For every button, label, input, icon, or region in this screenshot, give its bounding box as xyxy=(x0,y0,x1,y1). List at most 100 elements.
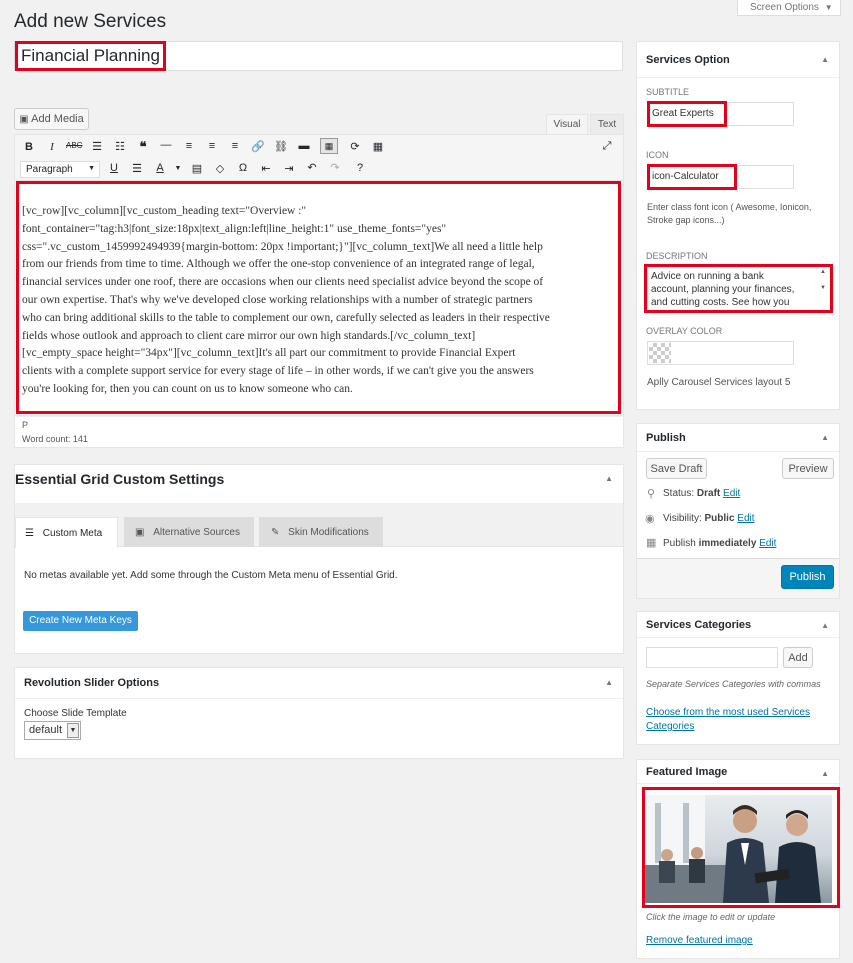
text-color-icon[interactable]: A xyxy=(152,162,168,174)
tab-custom-meta[interactable]: ☰ Custom Meta xyxy=(15,517,118,548)
fullscreen-icon[interactable]: ⤢ xyxy=(599,140,615,153)
schedule-value: immediately xyxy=(698,538,757,549)
no-metas-message: No metas available yet. Add some through… xyxy=(24,570,398,581)
edit-visibility-link[interactable]: Edit xyxy=(737,513,754,524)
refresh-icon[interactable]: ⟳ xyxy=(347,140,363,153)
content-line: you're looking for, then you can count o… xyxy=(22,382,353,395)
most-used-link[interactable]: Choose from the most used Services Categ… xyxy=(646,706,810,734)
horizontal-rule-icon[interactable]: — xyxy=(158,139,174,151)
underline-icon[interactable]: U xyxy=(106,162,122,174)
content-line: css=".vc_custom_1459992494939{margin-bot… xyxy=(22,240,543,253)
editor-status-bar: P Word count: 141 xyxy=(14,416,624,448)
collapse-icon[interactable]: ▲ xyxy=(605,678,613,687)
revslider-divider xyxy=(15,698,623,699)
preview-button[interactable]: Preview xyxy=(782,458,834,479)
tab-alternative-sources[interactable]: ▣ Alternative Sources xyxy=(124,517,254,547)
services-option-box: Services Option ▲ SUBTITLE Great Experts… xyxy=(636,41,840,410)
categories-title: Services Categories xyxy=(637,612,839,638)
content-line: who can bring additional skills to the t… xyxy=(22,311,550,324)
icon-label: ICON xyxy=(646,150,669,160)
align-center-icon[interactable]: ≡ xyxy=(204,140,220,152)
numbered-list-icon[interactable]: ☷ xyxy=(112,140,128,153)
remove-featured-image-link[interactable]: Remove featured image xyxy=(646,935,753,946)
visibility-value: Public xyxy=(704,513,735,524)
add-category-button[interactable]: Add xyxy=(783,647,813,668)
post-title-value: Financial Planning xyxy=(21,46,160,65)
collapse-icon[interactable]: ▲ xyxy=(821,621,829,630)
indent-icon[interactable]: ⇥ xyxy=(281,162,297,175)
redo-icon[interactable]: ↷ xyxy=(327,161,343,174)
special-char-icon[interactable]: Ω xyxy=(235,162,251,174)
categories-hint: Separate Services Categories with commas xyxy=(646,679,821,689)
clear-format-icon[interactable]: ◇ xyxy=(212,162,228,175)
tab-skin-modifications[interactable]: ✎ Skin Modifications xyxy=(259,517,383,547)
content-line: our own expertise. That's why we've deve… xyxy=(22,293,533,306)
edit-schedule-link[interactable]: Edit xyxy=(759,538,776,549)
link-icon[interactable]: 🔗 xyxy=(250,140,266,153)
tab-text[interactable]: Text xyxy=(590,114,624,134)
new-category-input[interactable] xyxy=(646,647,778,668)
schedule-row: Publish immediately Edit xyxy=(663,538,776,549)
screen-options-label: Screen Options xyxy=(750,2,819,13)
layout-note: Aplly Carousel Services layout 5 xyxy=(647,377,791,388)
add-media-button[interactable]: ▣ Add Media xyxy=(14,108,89,130)
edit-status-link[interactable]: Edit xyxy=(723,488,740,499)
status-label: Status: xyxy=(663,488,695,499)
chevron-down-icon: ▼ xyxy=(824,3,833,12)
media-icon: ▣ xyxy=(135,527,145,538)
transparency-swatch-icon xyxy=(649,343,671,363)
icon-help-text: Enter class font icon ( Awesome, Ionicon… xyxy=(647,202,812,225)
chevron-down-icon[interactable]: ▼ xyxy=(170,165,186,172)
choose-slide-label: Choose Slide Template xyxy=(24,708,127,719)
publish-button[interactable]: Publish xyxy=(781,565,834,589)
grid-icon[interactable]: ▦ xyxy=(370,140,386,153)
icon-value: icon-Calculator xyxy=(652,171,719,182)
description-line: account, planning your finances, xyxy=(651,284,795,295)
element-path: P xyxy=(22,420,29,430)
blockquote-icon[interactable]: ❝ xyxy=(135,139,151,155)
publish-box: Publish ▲ Save Draft Preview ⚲ Status: D… xyxy=(636,423,840,599)
bullet-list-icon[interactable]: ☰ xyxy=(89,140,105,153)
create-meta-keys-button[interactable]: Create New Meta Keys xyxy=(23,611,138,631)
schedule-label: Publish xyxy=(663,538,696,549)
screen-options-button[interactable]: Screen Options ▼ xyxy=(737,0,841,16)
save-draft-button[interactable]: Save Draft xyxy=(646,458,707,479)
content-line: clients with a complete support service … xyxy=(22,365,534,378)
paragraph-select-value: Paragraph xyxy=(26,164,73,175)
slide-template-select[interactable]: default ▼ xyxy=(24,721,81,740)
content-line: financial services under one roof, there… xyxy=(22,276,544,289)
unlink-icon[interactable]: ⛓ xyxy=(273,140,289,153)
slide-template-value: default xyxy=(29,724,63,736)
brush-icon: ✎ xyxy=(271,527,280,538)
strikethrough-icon[interactable]: ABC xyxy=(66,141,82,150)
collapse-icon[interactable]: ▲ xyxy=(821,433,829,442)
visibility-label: Visibility: xyxy=(663,513,702,524)
toolbar-toggle-icon[interactable]: ▦ xyxy=(320,138,338,154)
justify-icon[interactable]: ☰ xyxy=(129,162,145,175)
outdent-icon[interactable]: ⇤ xyxy=(258,162,274,175)
paste-text-icon[interactable]: ▤ xyxy=(189,162,205,175)
pin-icon: ⚲ xyxy=(647,488,656,500)
description-scrollbar[interactable]: ▲ ▼ xyxy=(819,268,827,300)
align-left-icon[interactable]: ≡ xyxy=(181,140,197,152)
collapse-icon[interactable]: ▲ xyxy=(821,769,829,778)
italic-icon[interactable]: I xyxy=(44,141,60,153)
collapse-icon[interactable]: ▲ xyxy=(821,55,829,64)
undo-icon[interactable]: ↶ xyxy=(304,161,320,174)
bold-icon[interactable]: B xyxy=(21,141,37,153)
editor-content: [vc_row][vc_column][vc_custom_heading te… xyxy=(22,203,620,399)
eye-icon: ◉ xyxy=(645,513,655,525)
featured-image-highlight xyxy=(642,787,840,908)
help-icon[interactable]: ? xyxy=(352,162,368,174)
align-right-icon[interactable]: ≡ xyxy=(227,140,243,152)
services-option-title: Services Option xyxy=(637,42,839,78)
paragraph-select[interactable]: Paragraph ▼ xyxy=(20,161,100,178)
content-line: font_container="tag:h3|font_size:18px|te… xyxy=(22,222,447,235)
tab-visual[interactable]: Visual xyxy=(546,114,588,134)
read-more-icon[interactable]: ▬ xyxy=(296,140,312,152)
tab-visual-label: Visual xyxy=(553,119,581,130)
collapse-icon[interactable]: ▲ xyxy=(605,474,613,483)
word-count: Word count: 141 xyxy=(22,434,88,444)
featured-image-title: Featured Image xyxy=(637,760,839,784)
most-used-line: Categories xyxy=(646,721,695,732)
